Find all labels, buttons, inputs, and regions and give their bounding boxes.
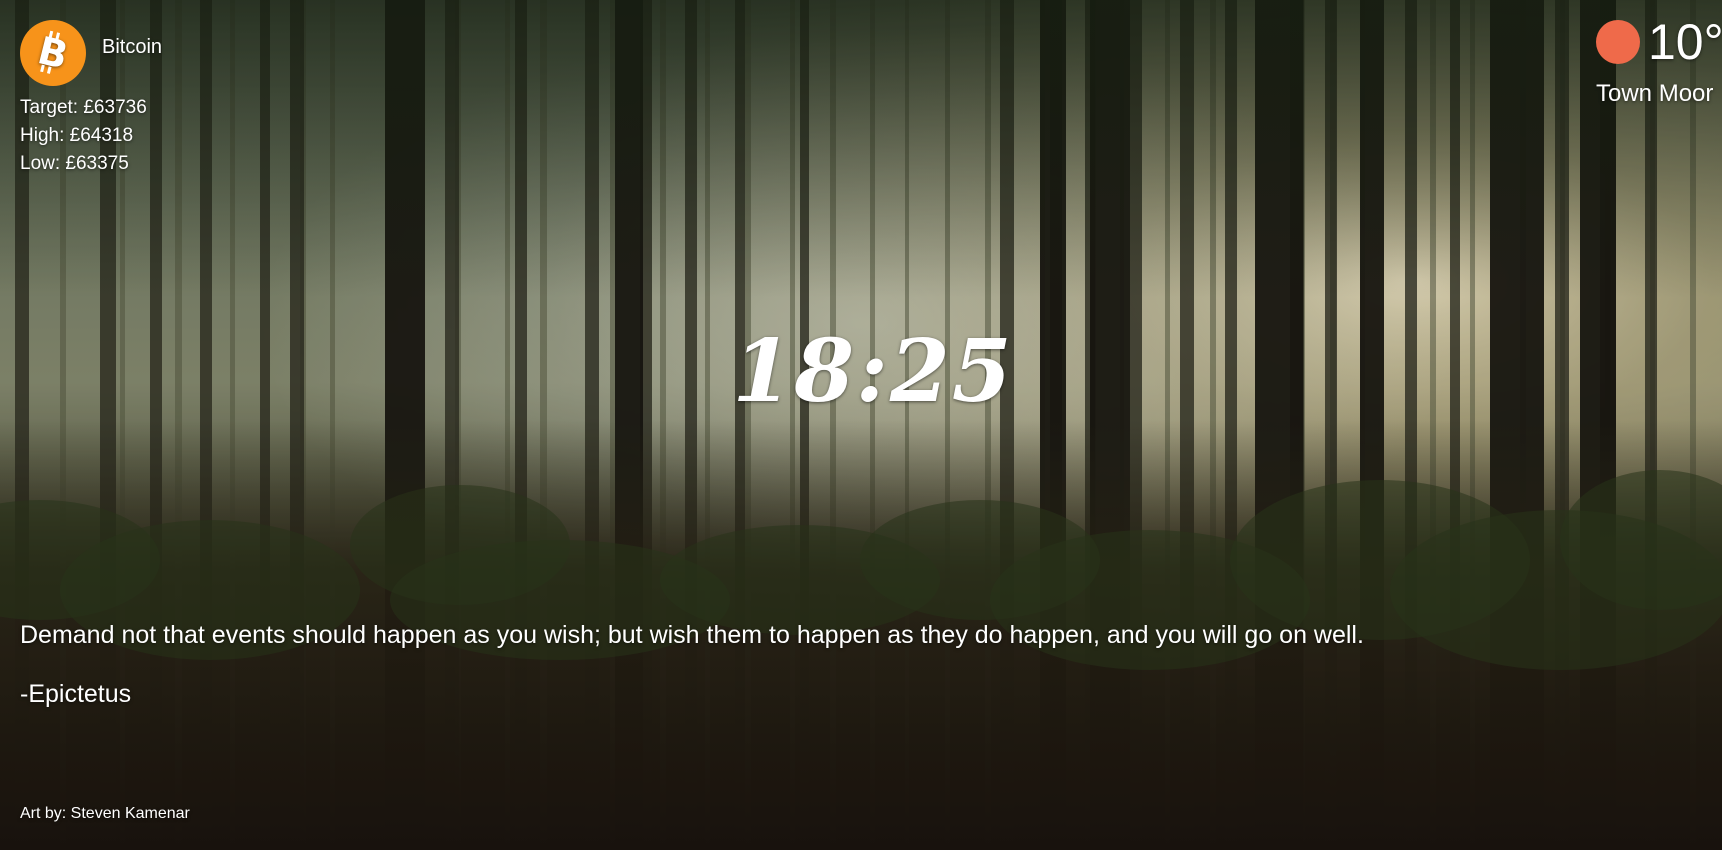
crypto-widget[interactable]: B Bitcoin Target: £63736 High: £64318 Lo… — [20, 20, 280, 178]
weather-dot-icon — [1596, 20, 1640, 64]
weather-temperature: 10° — [1648, 14, 1722, 70]
crypto-high-price: High: £64318 — [20, 125, 134, 146]
weather-widget[interactable]: 10° Town Moor — [1582, 14, 1722, 114]
quote-text: Demand not that events should happen as … — [20, 621, 1364, 649]
quote-author: -Epictetus — [20, 680, 132, 708]
clock-time: 18:25 — [732, 321, 1014, 422]
crypto-target-price: Target: £63736 — [20, 97, 147, 118]
bitcoin-icon: B — [20, 20, 86, 86]
quote-block: Demand not that events should happen as … — [20, 618, 1520, 709]
weather-header: 10° — [1582, 14, 1722, 70]
art-credit[interactable]: Art by: Steven Kamenar — [20, 805, 190, 823]
crypto-low-price: Low: £63375 — [20, 153, 129, 174]
crypto-stats: Target: £63736 High: £64318 Low: £63375 — [20, 94, 280, 178]
weather-location: Town Moor — [1596, 80, 1714, 107]
crypto-header: B Bitcoin — [20, 20, 280, 86]
crypto-name: Bitcoin — [102, 35, 163, 58]
